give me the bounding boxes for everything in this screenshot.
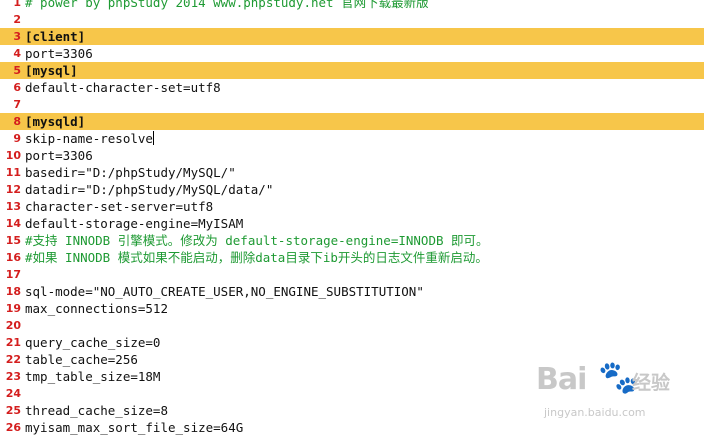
code-text: character-set-server=utf8: [25, 199, 214, 214]
comment-text: #如果 INNODB 模式如果不能启动，删除data目录下ib开头的日志文件重新…: [25, 250, 488, 265]
code-line[interactable]: 14 default-storage-engine=MyISAM: [0, 215, 704, 232]
code-line[interactable]: 21 query_cache_size=0: [0, 334, 704, 351]
baidu-jingyan-watermark: Bai 🐾 经验 jingyan.baidu.com: [536, 358, 686, 430]
line-number: 21: [5, 336, 21, 349]
code-text: max_connections=512: [25, 301, 168, 316]
line-number: 2: [13, 13, 21, 26]
watermark-logo-suffix: 经验: [632, 372, 671, 394]
watermark-domain: jingyan.baidu.com: [544, 406, 646, 419]
code-line[interactable]: 15 #支持 INNODB 引擎模式。修改为 default-storage-en…: [0, 232, 704, 249]
line-number: 24: [5, 387, 21, 400]
code-text: tmp_table_size=18M: [25, 369, 161, 384]
line-number: 9: [13, 132, 21, 145]
line-number: 17: [5, 268, 21, 281]
line-number: 16: [5, 251, 21, 264]
code-line[interactable]: 10 port=3306: [0, 147, 704, 164]
line-number: 12: [5, 183, 21, 196]
line-number: 13: [5, 200, 21, 213]
line-number: 4: [13, 47, 21, 60]
line-number: 14: [5, 217, 21, 230]
code-line[interactable]: 17: [0, 266, 704, 283]
code-line[interactable]: 2: [0, 11, 704, 28]
line-number: 7: [13, 98, 21, 111]
line-number: 8: [13, 115, 21, 128]
code-text: thread_cache_size=8: [25, 403, 168, 418]
line-number: 19: [5, 302, 21, 315]
line-number: 15: [5, 234, 21, 247]
code-text: port=3306: [25, 148, 93, 163]
code-text: default-storage-engine=MyISAM: [25, 216, 244, 231]
line-number: 6: [13, 81, 21, 94]
line-number: 23: [5, 370, 21, 383]
code-line[interactable]: 13 character-set-server=utf8: [0, 198, 704, 215]
code-text: table_cache=256: [25, 352, 138, 367]
line-number: 26: [5, 421, 21, 434]
section-header-text: [mysql]: [25, 63, 78, 78]
line-number: 3: [13, 30, 21, 43]
code-text: sql-mode="NO_AUTO_CREATE_USER,NO_ENGINE_…: [25, 284, 424, 299]
code-line[interactable]: 18 sql-mode="NO_AUTO_CREATE_USER,NO_ENGIN…: [0, 283, 704, 300]
code-text: default-character-set=utf8: [25, 80, 221, 95]
line-number: 1: [13, 0, 21, 9]
section-header-line[interactable]: 5 [mysql]: [0, 62, 704, 79]
code-text: port=3306: [25, 46, 93, 61]
code-line[interactable]: 9 skip-name-resolve: [0, 130, 704, 147]
line-number: 20: [5, 319, 21, 332]
comment-text: # power by phpStudy 2014 www.phpstudy.ne…: [25, 0, 429, 10]
line-number: 25: [5, 404, 21, 417]
code-line[interactable]: 4 port=3306: [0, 45, 704, 62]
code-text: datadir="D:/phpStudy/MySQL/data/": [25, 182, 274, 197]
line-number: 10: [5, 149, 21, 162]
code-text: basedir="D:/phpStudy/MySQL/": [25, 165, 236, 180]
code-text: query_cache_size=0: [25, 335, 161, 350]
section-header-text: [client]: [25, 29, 86, 44]
text-caret: [152, 131, 154, 145]
section-header-text: [mysqld]: [25, 114, 86, 129]
line-number: 5: [13, 64, 21, 77]
comment-text: #支持 INNODB 引擎模式。修改为 default-storage-engi…: [25, 233, 489, 248]
code-text: skip-name-resolve: [25, 131, 154, 146]
code-line[interactable]: 16 #如果 INNODB 模式如果不能启动，删除data目录下ib开头的日志文件…: [0, 249, 704, 266]
code-line[interactable]: 11 basedir="D:/phpStudy/MySQL/": [0, 164, 704, 181]
code-line[interactable]: 20: [0, 317, 704, 334]
section-header-line[interactable]: 8 [mysqld]: [0, 113, 704, 130]
section-header-line[interactable]: 3 [client]: [0, 28, 704, 45]
line-number: 18: [5, 285, 21, 298]
code-text: myisam_max_sort_file_size=64G: [25, 420, 244, 435]
code-line[interactable]: 6 default-character-set=utf8: [0, 79, 704, 96]
code-line[interactable]: 7: [0, 96, 704, 113]
watermark-logo-text: Bai: [536, 362, 587, 397]
code-line[interactable]: 1 # power by phpStudy 2014 www.phpstudy.n…: [0, 0, 704, 11]
line-number: 11: [5, 166, 21, 179]
code-line[interactable]: 19 max_connections=512: [0, 300, 704, 317]
code-line[interactable]: 12 datadir="D:/phpStudy/MySQL/data/": [0, 181, 704, 198]
line-number: 22: [5, 353, 21, 366]
